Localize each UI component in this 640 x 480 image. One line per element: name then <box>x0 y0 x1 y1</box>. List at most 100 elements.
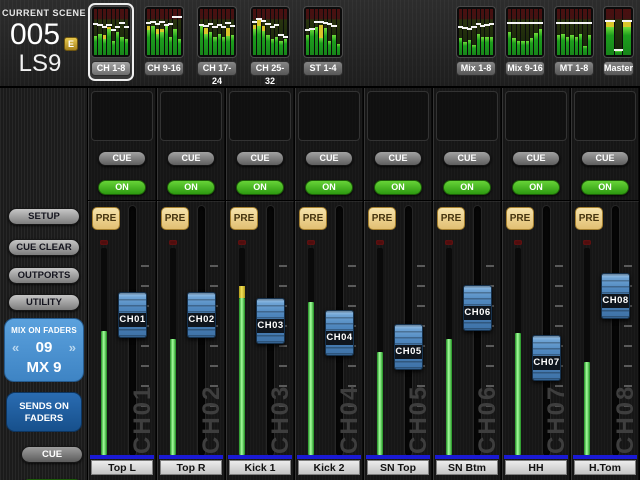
utility-button[interactable]: UTILITY <box>8 294 80 311</box>
sends-on-faders-button[interactable]: SENDS ON FADERS <box>6 392 82 432</box>
pre-badge[interactable]: PRE <box>575 207 603 230</box>
pre-badge[interactable]: PRE <box>506 207 534 230</box>
fader-scale-tick <box>141 285 149 287</box>
channel-cue-button[interactable]: CUE <box>512 151 560 166</box>
strip-divider <box>364 200 432 201</box>
channel-name-label[interactable]: SN Btm <box>436 460 498 475</box>
fader-scale-tick <box>417 265 425 267</box>
mix-prev-chevron-icon[interactable]: « <box>12 337 19 359</box>
pre-badge[interactable]: PRE <box>368 207 396 230</box>
strip-divider <box>502 200 570 201</box>
meter-bridge-tile[interactable]: CH 25-32 <box>247 3 293 81</box>
fader-scale-tick <box>348 265 356 267</box>
channel-meter <box>239 248 245 455</box>
mix-next-chevron-icon[interactable]: » <box>69 337 76 359</box>
meter-bar <box>332 9 335 55</box>
fader-scale-tick <box>486 265 494 267</box>
pre-badge[interactable]: PRE <box>437 207 465 230</box>
fader-handle[interactable]: CH04 <box>325 310 354 356</box>
channel-processing-area[interactable] <box>91 91 153 141</box>
channel-meter <box>515 248 521 455</box>
channel-on-button[interactable]: ON <box>443 180 491 195</box>
outports-button[interactable]: OUTPORTS <box>8 267 80 284</box>
current-scene-panel[interactable]: CURRENT SCENE 005 E LS9 <box>0 0 88 86</box>
meter-display <box>197 6 237 58</box>
fader-handle[interactable]: CH07 <box>532 335 561 381</box>
strip-divider <box>88 200 156 201</box>
channel-name-label[interactable]: SN Top <box>367 460 429 475</box>
mix-on-faders-panel[interactable]: MIX ON FADERS « 09 » MX 9 <box>4 318 84 382</box>
fader-handle[interactable]: CH08 <box>601 273 630 319</box>
meter-bar <box>512 9 515 55</box>
cue-clear-button[interactable]: CUE CLEAR <box>8 239 80 256</box>
meter-display <box>603 6 634 58</box>
channel-cue-button[interactable]: CUE <box>167 151 215 166</box>
channel-watermark: CH02 <box>198 324 224 454</box>
channel-on-button[interactable]: ON <box>305 180 353 195</box>
channel-on-button[interactable]: ON <box>512 180 560 195</box>
meter-display <box>144 6 184 58</box>
meter-bridge-tile[interactable]: CH 17-24 <box>194 3 240 81</box>
channel-processing-area[interactable] <box>298 91 360 141</box>
setup-button[interactable]: SETUP <box>8 208 80 225</box>
channel-on-button[interactable]: ON <box>374 180 422 195</box>
pre-badge[interactable]: PRE <box>161 207 189 230</box>
channel-cue-button[interactable]: CUE <box>236 151 284 166</box>
meter-bridge-tile[interactable]: Master <box>600 3 637 81</box>
meter-bar <box>615 9 623 55</box>
meter-bridge-tile[interactable]: CH 1-8 <box>88 3 134 81</box>
channel-processing-area[interactable] <box>574 91 636 141</box>
channel-cue-button[interactable]: CUE <box>374 151 422 166</box>
channel-cue-button[interactable]: CUE <box>98 151 146 166</box>
meter-bar <box>521 9 524 55</box>
sidebar-cue-button[interactable]: CUE <box>21 446 83 463</box>
meter-bar <box>583 9 586 55</box>
channel-on-button[interactable]: ON <box>167 180 215 195</box>
channel-processing-area[interactable] <box>505 91 567 141</box>
meter-bridge-tile-label: Mix 1-8 <box>456 61 496 76</box>
channel-processing-area[interactable] <box>160 91 222 141</box>
fader-position-mark <box>614 49 624 51</box>
fader-handle[interactable]: CH01 <box>118 292 147 338</box>
channel-on-button[interactable]: ON <box>98 180 146 195</box>
meter-bar <box>156 9 159 55</box>
fader-scale-tick <box>210 285 218 287</box>
channel-name-label[interactable]: H.Tom <box>574 460 636 475</box>
fader-handle[interactable]: CH02 <box>187 292 216 338</box>
pre-badge[interactable]: PRE <box>299 207 327 230</box>
fader-handle[interactable]: CH06 <box>463 285 492 331</box>
channel-on-button[interactable]: ON <box>581 180 629 195</box>
meter-bridge-tile[interactable]: Mix 9-16 <box>502 3 548 81</box>
channel-name-label[interactable]: Top R <box>160 460 222 475</box>
meter-bridge-tile[interactable]: ST 1-4 <box>300 3 346 81</box>
channel-name-label[interactable]: HH <box>505 460 567 475</box>
meter-bridge-tile[interactable]: Mix 1-8 <box>453 3 499 81</box>
meter-bridge-tile-label: MT 1-8 <box>554 61 594 76</box>
channel-cue-button[interactable]: CUE <box>443 151 491 166</box>
channel-name-label[interactable]: Kick 1 <box>229 460 291 475</box>
fader-position-mark <box>283 36 288 38</box>
fader-scale-tick <box>555 285 563 287</box>
channel-name-label[interactable]: Top L <box>91 460 153 475</box>
pre-badge[interactable]: PRE <box>230 207 258 230</box>
fader-handle-label: CH04 <box>326 331 353 345</box>
channel-on-button[interactable]: ON <box>236 180 284 195</box>
channel-processing-area[interactable] <box>229 91 291 141</box>
pre-badge[interactable]: PRE <box>92 207 120 230</box>
channel-name-label[interactable]: Kick 2 <box>298 460 360 475</box>
channel-cue-button[interactable]: CUE <box>581 151 629 166</box>
channel-processing-area[interactable] <box>367 91 429 141</box>
meter-bar <box>490 9 493 55</box>
fader-handle-label: CH05 <box>395 345 422 359</box>
meter-bar <box>481 9 484 55</box>
channel-processing-area[interactable] <box>436 91 498 141</box>
fader-handle[interactable]: CH05 <box>394 324 423 370</box>
fader-handle[interactable]: CH03 <box>256 298 285 344</box>
meter-bar <box>116 9 119 55</box>
meter-bridge-tile[interactable]: MT 1-8 <box>551 3 597 81</box>
meter-bridge-tile[interactable]: CH 9-16 <box>141 3 187 81</box>
channel-cue-button[interactable]: CUE <box>305 151 353 166</box>
meter-bar <box>306 9 309 55</box>
channel-strip: CUE ON PRE CH05 CH05 SN Top <box>364 88 433 480</box>
meter-bar <box>477 9 480 55</box>
